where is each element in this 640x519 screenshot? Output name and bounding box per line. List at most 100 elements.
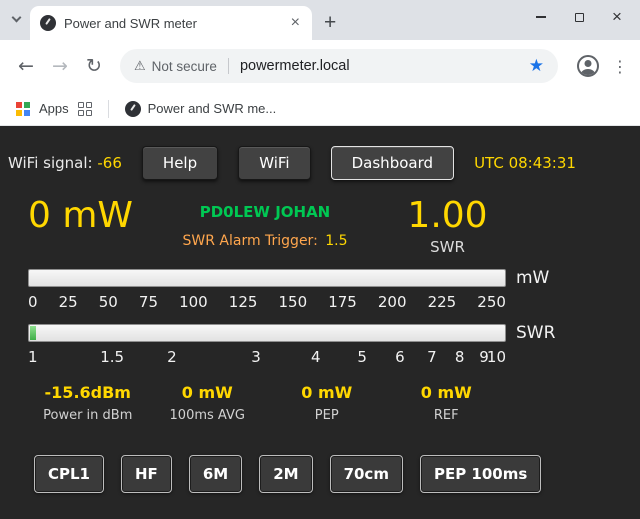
- browser-tab[interactable]: Power and SWR meter ×: [30, 6, 312, 40]
- squares-grid-icon[interactable]: [78, 102, 92, 116]
- readout-label: REF: [387, 408, 507, 423]
- wifi-button[interactable]: WiFi: [238, 146, 310, 180]
- scale-label: 75: [139, 293, 158, 311]
- coupler-button-cpl1[interactable]: CPL1: [34, 455, 104, 493]
- scale-label: 150: [278, 293, 307, 311]
- scale-label: 8: [455, 348, 465, 366]
- readout-label: PEP: [267, 408, 387, 423]
- swr-caption: SWR: [365, 238, 530, 256]
- security-label[interactable]: Not secure: [152, 59, 217, 74]
- swr-alarm-value: 1.5: [325, 233, 347, 249]
- scale-label: 0: [28, 293, 38, 311]
- readout-avg: 0 mW 100ms AVG: [148, 383, 268, 423]
- scale-label: 1.5: [100, 348, 124, 366]
- new-tab-button[interactable]: +: [324, 12, 336, 33]
- help-button[interactable]: Help: [142, 146, 218, 180]
- bookmark-favicon-icon: [125, 101, 141, 117]
- callsign: PD0LEW JOHAN: [165, 203, 365, 221]
- scale-label: 7: [427, 348, 437, 366]
- scale-label: 25: [59, 293, 78, 311]
- swr-alarm: SWR Alarm Trigger: 1.5: [165, 233, 365, 249]
- scale-label: 4: [311, 348, 321, 366]
- browser-toolbar: ← → ↻ ⚠ Not secure powermeter.local ★ ⋮: [0, 40, 640, 92]
- scale-label: 100: [179, 293, 208, 311]
- swr-block: 1.00 SWR: [365, 198, 530, 256]
- tab-strip: Power and SWR meter × + ×: [0, 0, 640, 40]
- menu-dots-icon[interactable]: ⋮: [610, 57, 630, 76]
- swr-meter-fill: [30, 326, 36, 340]
- maximize-button[interactable]: [560, 0, 598, 34]
- power-value-large: 0 mW: [28, 198, 165, 256]
- address-bar[interactable]: ⚠ Not secure powermeter.local ★: [120, 49, 558, 83]
- minimize-icon: [536, 16, 546, 18]
- readout-label: Power in dBm: [28, 408, 148, 423]
- chevron-down-icon: [11, 13, 21, 23]
- coupler-button-6m[interactable]: 6M: [189, 455, 242, 493]
- readout-pep: 0 mW PEP: [267, 383, 387, 423]
- scale-label: 6: [395, 348, 405, 366]
- tab-close-icon[interactable]: ×: [289, 15, 302, 31]
- coupler-button-hf[interactable]: HF: [121, 455, 172, 493]
- scale-label: 225: [428, 293, 457, 311]
- omnibox-divider: [228, 58, 229, 74]
- scale-label: 2: [167, 348, 177, 366]
- forward-icon[interactable]: →: [44, 55, 76, 77]
- readout-dbm: -15.6dBm Power in dBm: [28, 383, 148, 423]
- url-text[interactable]: powermeter.local: [240, 58, 529, 74]
- mw-meter-row: mW: [28, 268, 640, 288]
- bookmarks-bar: Apps Power and SWR me...: [0, 92, 640, 126]
- readout-value: 0 mW: [387, 383, 507, 402]
- coupler-button-pep100ms[interactable]: PEP 100ms: [420, 455, 541, 493]
- bookmark-star-icon[interactable]: ★: [529, 56, 544, 76]
- site-favicon-icon: [40, 15, 56, 31]
- main-readout-row: 0 mW PD0LEW JOHAN SWR Alarm Trigger: 1.5…: [28, 198, 640, 256]
- scale-label: 50: [99, 293, 118, 311]
- coupler-buttons-row: CPL1 HF 6M 2M 70cm PEP 100ms: [34, 455, 640, 493]
- wifi-signal-label: WiFi signal:: [8, 154, 93, 172]
- swr-meter: [28, 324, 506, 342]
- scale-label: 125: [229, 293, 258, 311]
- scale-label: 200: [378, 293, 407, 311]
- swr-scale: 1 1.5 2 3 4 5 6 7 8 9 10: [28, 348, 506, 367]
- scale-label: 5: [357, 348, 367, 366]
- readouts-row: -15.6dBm Power in dBm 0 mW 100ms AVG 0 m…: [28, 383, 506, 423]
- readout-value: 0 mW: [148, 383, 268, 402]
- reload-icon[interactable]: ↻: [78, 55, 110, 77]
- top-controls-row: WiFi signal: -66 Help WiFi Dashboard UTC…: [8, 146, 576, 180]
- swr-meter-row: SWR: [28, 323, 640, 343]
- browser-window: Power and SWR meter × + × ← → ↻ ⚠ Not se…: [0, 0, 640, 519]
- bookmark-item[interactable]: Power and SWR me...: [125, 101, 277, 117]
- readout-value: -15.6dBm: [28, 383, 148, 402]
- scale-label: 1: [28, 348, 38, 366]
- scale-label: 175: [328, 293, 357, 311]
- back-icon[interactable]: ←: [10, 55, 42, 77]
- close-button[interactable]: ×: [598, 0, 636, 34]
- bookmark-title: Power and SWR me...: [148, 101, 277, 116]
- dashboard-button[interactable]: Dashboard: [331, 146, 454, 180]
- callsign-block: PD0LEW JOHAN SWR Alarm Trigger: 1.5: [165, 198, 365, 256]
- tab-title: Power and SWR meter: [64, 16, 281, 31]
- mw-scale: 0 25 50 75 100 125 150 175 200 225 250: [28, 293, 506, 311]
- coupler-button-70cm[interactable]: 70cm: [330, 455, 403, 493]
- swr-meter-label: SWR: [516, 323, 555, 343]
- wifi-signal-value: -66: [97, 154, 122, 172]
- swr-alarm-label: SWR Alarm Trigger:: [182, 233, 317, 249]
- minimize-button[interactable]: [522, 0, 560, 34]
- wifi-signal: WiFi signal: -66: [8, 154, 122, 172]
- readout-label: 100ms AVG: [148, 408, 268, 423]
- utc-clock: UTC 08:43:31: [474, 154, 576, 172]
- scale-label: 10: [487, 348, 506, 366]
- apps-label[interactable]: Apps: [39, 101, 69, 116]
- maximize-icon: [575, 13, 584, 22]
- apps-grid-icon[interactable]: [16, 102, 30, 116]
- page-content: WiFi signal: -66 Help WiFi Dashboard UTC…: [0, 126, 640, 519]
- scale-label: 3: [251, 348, 261, 366]
- coupler-button-2m[interactable]: 2M: [259, 455, 312, 493]
- profile-avatar-icon[interactable]: [577, 55, 599, 77]
- swr-value-large: 1.00: [365, 198, 530, 234]
- readout-ref: 0 mW REF: [387, 383, 507, 423]
- window-controls: ×: [522, 0, 636, 34]
- warning-icon: ⚠: [134, 59, 146, 74]
- readout-value: 0 mW: [267, 383, 387, 402]
- window-menu-button[interactable]: [8, 12, 24, 26]
